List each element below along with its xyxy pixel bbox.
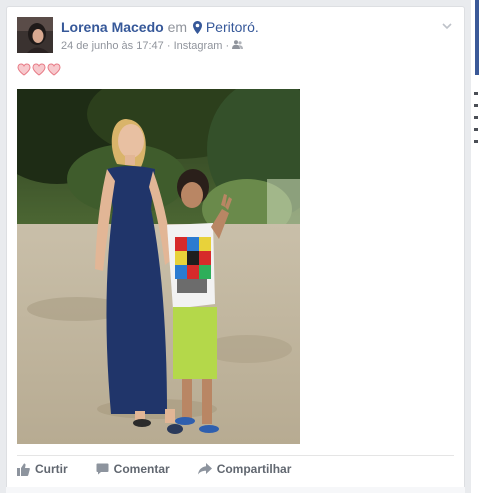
source-app-link[interactable]: Instagram (174, 40, 223, 52)
comment-label: Comentar (113, 462, 170, 476)
right-column-accent (475, 0, 479, 75)
comment-button[interactable]: Comentar (96, 462, 170, 476)
location-connector: em (167, 19, 188, 35)
thumbs-up-icon (17, 463, 30, 476)
like-label: Curtir (35, 462, 68, 476)
heart-emoji (17, 63, 31, 76)
right-column-text-fragment (474, 104, 478, 107)
location-link[interactable]: Peritoró. (206, 19, 259, 35)
right-column-text-fragment (474, 128, 478, 131)
friends-icon[interactable] (232, 40, 244, 52)
right-column-text-fragment (474, 92, 478, 95)
post-header-line: Lorena Macedo em Peritoró. (61, 19, 259, 37)
share-arrow-icon (197, 463, 212, 475)
chevron-down-icon[interactable] (440, 19, 454, 33)
author-avatar[interactable] (17, 17, 53, 53)
share-button[interactable]: Compartilhar (197, 462, 292, 476)
post-text-hearts (17, 63, 62, 76)
heart-emoji (32, 63, 46, 76)
meta-separator: · (166, 40, 171, 53)
share-label: Compartilhar (216, 462, 292, 476)
like-button[interactable]: Curtir (17, 462, 68, 476)
heart-emoji (47, 63, 61, 76)
comment-bubble-icon (96, 463, 109, 475)
post-actions-bar: Curtir Comentar Compartilhar (17, 458, 319, 480)
post-meta: 24 de junho às 17:47 · Instagram · (61, 40, 244, 53)
action-divider (17, 455, 454, 456)
next-section-edge (6, 487, 465, 493)
post-timestamp[interactable]: 24 de junho às 17:47 (61, 40, 164, 52)
post-photo[interactable] (17, 89, 300, 444)
author-name[interactable]: Lorena Macedo (61, 19, 164, 35)
right-column-text-fragment (474, 140, 478, 143)
right-column-text-fragment (474, 116, 478, 119)
map-pin-icon (192, 21, 202, 37)
feed-post: Lorena Macedo em Peritoró. 24 de junho à… (6, 6, 465, 493)
meta-separator: · (225, 40, 230, 53)
